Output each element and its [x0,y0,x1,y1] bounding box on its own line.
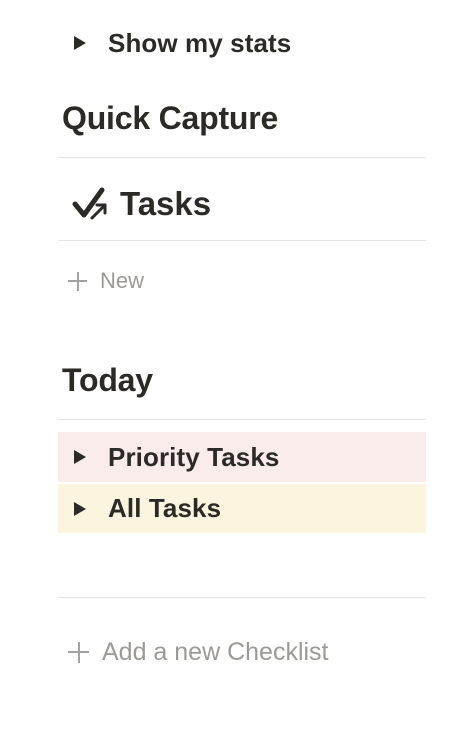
priority-tasks-toggle[interactable]: Priority Tasks [58,432,426,482]
today-heading: Today [62,362,153,398]
new-button-label: New [100,268,145,293]
add-checklist-label: Add a new Checklist [102,637,329,666]
all-tasks-toggle[interactable]: All Tasks [58,484,426,533]
show-my-stats-toggle[interactable]: Show my stats [58,24,426,62]
all-tasks-label: All Tasks [108,493,222,523]
divider [58,157,426,158]
new-button[interactable]: New [68,266,144,296]
plus-icon [68,271,87,291]
check-arrow-icon [72,187,107,220]
priority-tasks-label: Priority Tasks [108,441,280,472]
quick-capture-heading: Quick Capture [62,100,279,136]
divider [58,597,426,598]
tasks-link-label: Tasks [120,185,212,222]
divider [58,419,426,420]
show-my-stats-label: Show my stats [108,27,292,58]
toggle-arrow-icon[interactable] [74,501,86,516]
add-checklist-button[interactable]: Add a new Checklist [68,636,329,668]
plus-icon [68,641,89,663]
toggle-arrow-icon[interactable] [74,36,86,50]
tasks-link[interactable]: Tasks [72,182,211,226]
divider [58,240,426,241]
toggle-arrow-icon[interactable] [74,450,86,464]
